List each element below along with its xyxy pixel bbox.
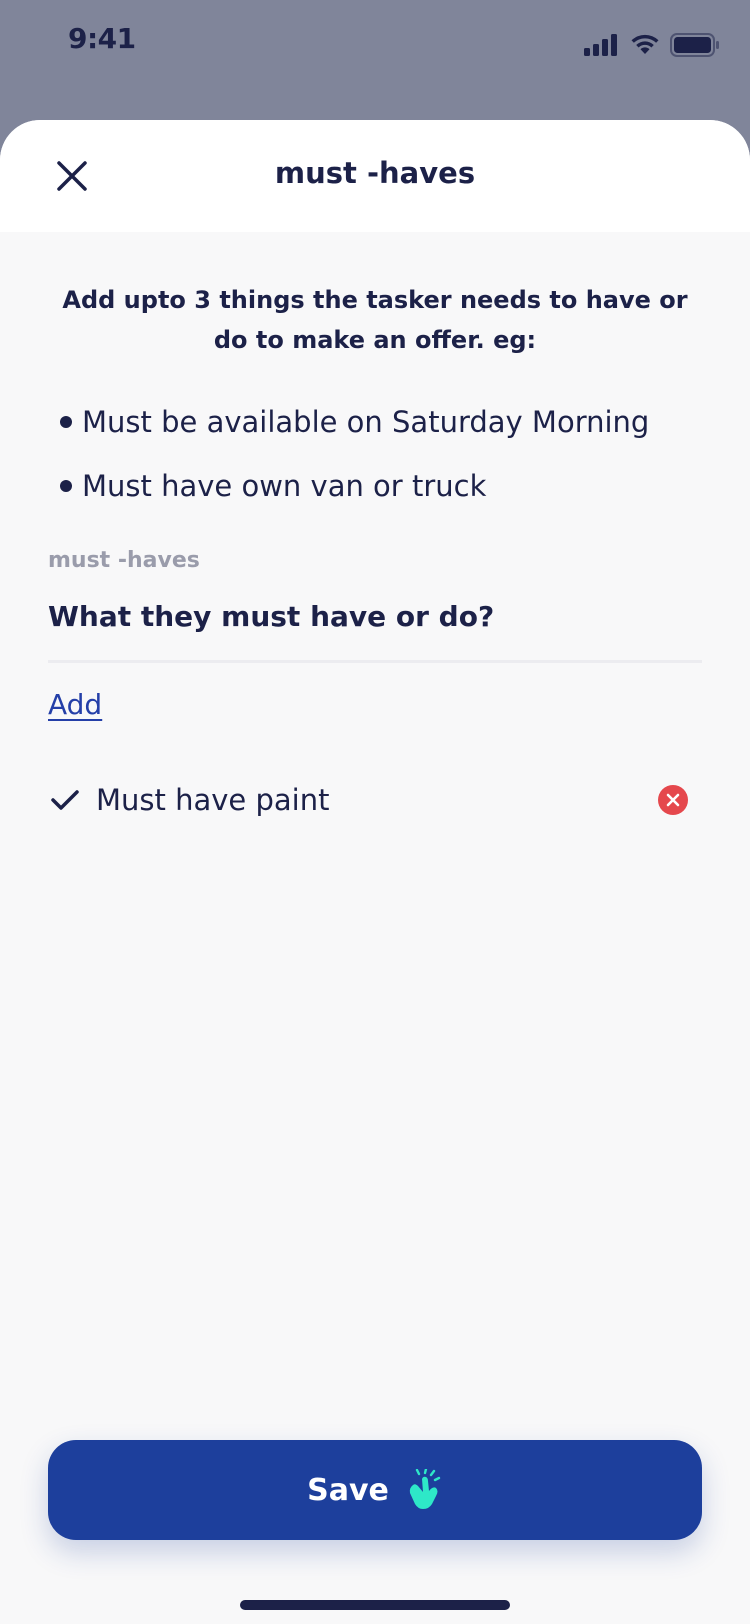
example-item: Must be available on Saturday Morning xyxy=(56,390,710,454)
cellular-signal-icon xyxy=(584,34,617,56)
sheet-title: must -haves xyxy=(274,156,476,190)
remove-circle-icon xyxy=(666,793,680,807)
snap-hand-icon xyxy=(409,1469,441,1509)
bullet-icon xyxy=(60,480,72,492)
status-icons xyxy=(584,30,720,60)
must-have-item-text: Must have paint xyxy=(96,783,330,817)
home-indicator xyxy=(240,1600,510,1610)
must-have-item: Must have paint xyxy=(48,772,688,828)
status-bar: 9:41 xyxy=(0,0,750,90)
wifi-icon xyxy=(631,34,659,54)
example-item: Must have own van or truck xyxy=(56,454,710,518)
bullet-icon xyxy=(60,416,72,428)
example-text: Must have own van or truck xyxy=(82,469,487,503)
checkmark-icon xyxy=(48,783,82,817)
examples-list: Must be available on Saturday Morning Mu… xyxy=(56,390,710,518)
sheet-header: must -haves xyxy=(0,120,750,232)
save-button-label: Save xyxy=(307,1472,389,1508)
remove-item-button[interactable] xyxy=(658,785,688,815)
battery-icon xyxy=(670,33,719,57)
example-text: Must be available on Saturday Morning xyxy=(82,405,650,439)
add-link[interactable]: Add xyxy=(48,688,102,721)
field-underline xyxy=(48,660,702,663)
status-time: 9:41 xyxy=(68,22,136,55)
save-button[interactable]: Save xyxy=(48,1440,702,1540)
must-have-input[interactable] xyxy=(48,592,702,640)
intro-text: Add upto 3 things the tasker needs to ha… xyxy=(62,286,688,354)
must-haves-sheet: must -haves Add upto 3 things the tasker… xyxy=(0,120,750,1624)
field-label: must -haves xyxy=(48,548,200,573)
